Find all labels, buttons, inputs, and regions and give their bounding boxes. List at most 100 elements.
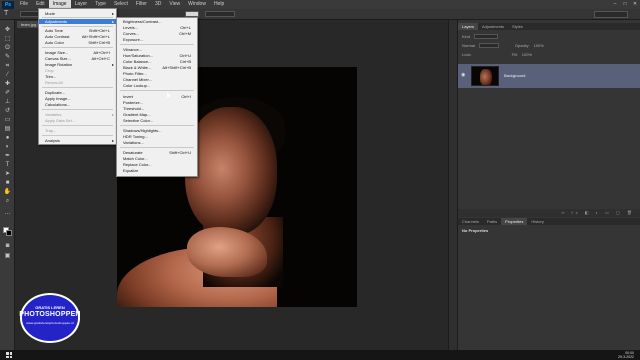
brush-tool-icon[interactable]: ✐: [3, 89, 12, 97]
shape-tool-icon[interactable]: ■: [3, 179, 12, 187]
menu-item-reveal-all: Reveal All: [45, 80, 63, 85]
foreground-background-colors[interactable]: [3, 227, 12, 236]
layer-row-background[interactable]: ◉ Background: [458, 64, 640, 88]
adj-replace-color[interactable]: Replace Color...: [117, 162, 197, 167]
tab-channels[interactable]: Channels: [458, 218, 483, 225]
path-selection-tool-icon[interactable]: ➤: [3, 170, 12, 178]
background-color-swatch[interactable]: [6, 230, 12, 236]
blur-tool-icon[interactable]: ●: [3, 134, 12, 142]
adj-brightness-contrast[interactable]: Brightness/Contrast...: [117, 19, 197, 24]
tab-history[interactable]: History: [527, 218, 547, 225]
clone-stamp-tool-icon[interactable]: ⊥: [3, 98, 12, 106]
blend-mode-select[interactable]: Normal: [462, 43, 475, 48]
menu-item-calculations[interactable]: Calculations...: [39, 102, 116, 107]
zoom-tool-icon[interactable]: ⌕: [3, 197, 12, 205]
tab-styles[interactable]: Styles: [508, 23, 527, 30]
windows-start-icon[interactable]: [6, 352, 12, 358]
menu-item-canvas-size[interactable]: Canvas Size... Alt+Ctrl+C: [39, 56, 116, 61]
quick-select-tool-icon[interactable]: ✎: [3, 53, 12, 61]
marquee-tool-icon[interactable]: ⬚: [3, 35, 12, 43]
tab-properties[interactable]: Properties: [501, 218, 528, 225]
adj-variations[interactable]: Variations...: [117, 140, 197, 145]
adj-shadows-highlights[interactable]: Shadows/Highlights...: [117, 128, 197, 133]
history-brush-tool-icon[interactable]: ↺: [3, 107, 12, 115]
quick-mask-icon[interactable]: ◙: [3, 242, 12, 250]
right-panel-dock: Layers Adjustments Styles Kind Normal Op…: [457, 20, 640, 350]
gradient-tool-icon[interactable]: ▤: [3, 125, 12, 133]
adj-channel-mixer[interactable]: Channel Mixer...: [117, 77, 197, 82]
adj-desaturate[interactable]: Desaturate Shift+Ctrl+U: [117, 150, 197, 155]
adj-black-white[interactable]: Black & White... Alt+Shift+Ctrl+B: [117, 65, 197, 70]
menu-item-auto-tone[interactable]: Auto Tone Shift+Ctrl+L: [39, 28, 116, 33]
dodge-tool-icon[interactable]: ◐: [3, 143, 12, 151]
pen-tool-icon[interactable]: ✒: [3, 152, 12, 160]
adj-color-lookup[interactable]: Color Lookup...: [117, 83, 197, 88]
adj-color-balance[interactable]: Color Balance... Ctrl+B: [117, 59, 197, 64]
adj-vibrance[interactable]: Vibrance...: [117, 47, 197, 52]
blend-mode-dropdown[interactable]: [478, 42, 499, 48]
menu-window[interactable]: Window: [184, 0, 210, 9]
menu-item-auto-color[interactable]: Auto Color Shift+Ctrl+B: [39, 40, 116, 45]
minimize-icon[interactable]: –: [610, 0, 620, 9]
menu-help[interactable]: Help: [210, 0, 228, 9]
type-tool-icon[interactable]: T: [4, 10, 14, 18]
image-menu: Mode ▸ Adjustments ▸ Auto Tone Shift+Ctrl+L…: [38, 8, 117, 145]
adj-match-color[interactable]: Match Color...: [117, 156, 197, 161]
menu-file[interactable]: File: [16, 0, 32, 9]
menu-filter[interactable]: Filter: [132, 0, 151, 9]
adj-selective-color[interactable]: Selective Color...: [117, 118, 197, 123]
adj-hdr-toning[interactable]: HDR Toning...: [117, 134, 197, 139]
maximize-icon[interactable]: □: [620, 0, 630, 9]
menu-item-image-rotation[interactable]: Image Rotation ▸: [39, 62, 116, 67]
menu-item-trim[interactable]: Trim...: [39, 74, 116, 79]
menu-item-image-size[interactable]: Image Size... Alt+Ctrl+I: [39, 50, 116, 55]
adj-curves[interactable]: Curves... Ctrl+M: [117, 31, 197, 36]
watermark-line-3: www.gratislerenphotoshoppen.nl: [26, 321, 74, 325]
adj-threshold[interactable]: Threshold...: [117, 106, 197, 111]
adj-levels[interactable]: Levels... Ctrl+L: [117, 25, 197, 30]
hand-tool-icon[interactable]: ✋: [3, 188, 12, 196]
kind-filter-select[interactable]: [474, 33, 499, 39]
crop-tool-icon[interactable]: ⌗: [3, 62, 12, 70]
menu-item-analysis[interactable]: Analysis ▸: [39, 138, 116, 143]
adj-hue-saturation[interactable]: Hue/Saturation... Ctrl+U: [117, 53, 197, 58]
tools-panel: ✥ ⬚ ʘ ✎ ⌗ ⁄ ✚ ✐ ⊥ ↺ ▭ ▤ ● ◐ ✒ T ➤ ■ ✋ ⌕ …: [0, 20, 15, 350]
taskbar-clock[interactable]: 00:00 29-3-2022: [618, 351, 634, 359]
tab-layers[interactable]: Layers: [458, 23, 479, 30]
adj-exposure[interactable]: Exposure...: [117, 37, 197, 42]
menu-item-apply-image[interactable]: Apply Image...: [39, 96, 116, 101]
lasso-tool-icon[interactable]: ʘ: [3, 44, 12, 52]
adj-equalize[interactable]: Equalize: [117, 168, 197, 173]
adj-posterize[interactable]: Posterize...: [117, 100, 197, 105]
adj-invert[interactable]: Invert Ctrl+I: [117, 94, 197, 99]
layers-panel-tabs: Layers Adjustments Styles: [458, 23, 640, 30]
workspace-switcher[interactable]: [594, 11, 628, 18]
layers-panel-footer-icons[interactable]: ∞ fx ◧ ◐ ▭ ▢ 🗑: [458, 209, 640, 217]
menu-item-adjustments[interactable]: Adjustments ▸: [39, 19, 116, 24]
healing-brush-tool-icon[interactable]: ✚: [3, 80, 12, 88]
menu-item-mode[interactable]: Mode ▸: [39, 11, 116, 16]
screen-mode-icon[interactable]: ▣: [3, 252, 12, 260]
edit-toolbar-icon[interactable]: …: [3, 209, 12, 217]
tab-paths[interactable]: Paths: [483, 218, 501, 225]
menu-item-auto-contrast[interactable]: Auto Contrast Alt+Shift+Ctrl+L: [39, 34, 116, 39]
adj-photo-filter[interactable]: Photo Filter...: [117, 71, 197, 76]
visibility-eye-icon[interactable]: ◉: [461, 73, 467, 78]
move-tool-icon[interactable]: ✥: [3, 26, 12, 34]
type-tool-icon[interactable]: T: [3, 161, 12, 169]
tab-adjustments[interactable]: Adjustments: [478, 23, 508, 30]
eraser-tool-icon[interactable]: ▭: [3, 116, 12, 124]
adj-gradient-map[interactable]: Gradient Map...: [117, 112, 197, 117]
menu-item-duplicate[interactable]: Duplicate...: [39, 90, 116, 95]
close-icon[interactable]: ✕: [630, 0, 640, 9]
collapsed-panel-strip[interactable]: [448, 20, 457, 350]
fill-value[interactable]: 100%: [522, 52, 532, 57]
eyedropper-tool-icon[interactable]: ⁄: [3, 71, 12, 79]
menu-3d[interactable]: 3D: [151, 0, 165, 9]
menu-view[interactable]: View: [165, 0, 184, 9]
layer-mode-row: Normal Opacity: 100%: [462, 42, 637, 48]
opacity-value[interactable]: 100%: [534, 43, 544, 48]
antialias-select[interactable]: [205, 11, 235, 17]
windows-taskbar: 00:00 29-3-2022: [0, 350, 640, 360]
photoshop-window: Ps File Edit Image Layer Type Select Fil…: [0, 0, 640, 360]
